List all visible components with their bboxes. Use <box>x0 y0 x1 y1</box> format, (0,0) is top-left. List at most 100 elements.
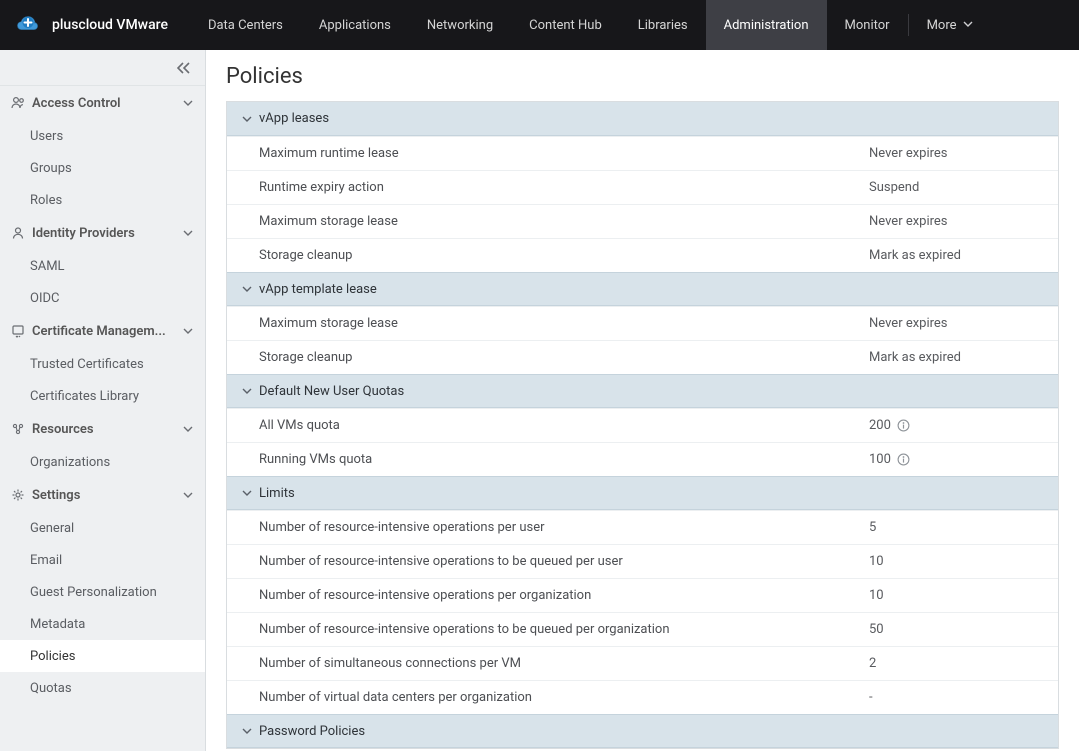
sidebar-group-label: Identity Providers <box>32 226 181 241</box>
logo-icon <box>14 11 42 39</box>
row-label: Number of resource-intensive operations … <box>259 622 869 637</box>
row-label: All VMs quota <box>259 418 869 433</box>
row-label: Maximum storage lease <box>259 214 869 229</box>
content: Policies vApp leases Maximum runtime lea… <box>206 50 1079 751</box>
chevron-down-icon <box>181 490 195 500</box>
sidebar-collapse-button[interactable] <box>0 50 205 86</box>
topnav: Data Centers Applications Networking Con… <box>190 0 991 50</box>
sidebar-group-label: Settings <box>32 488 181 503</box>
nav-applications[interactable]: Applications <box>301 0 409 50</box>
row-value: Suspend <box>869 180 919 195</box>
sidebar-group-settings[interactable]: Settings <box>0 478 205 512</box>
sidebar-item-label: Roles <box>30 193 62 208</box>
sidebar-item-label: Quotas <box>30 681 72 696</box>
sidebar: Access Control Users Groups Roles Identi… <box>0 50 206 751</box>
sidebar-item-label: Certificates Library <box>30 389 139 404</box>
sidebar-item-label: Email <box>30 553 62 568</box>
section-header-limits[interactable]: Limits <box>227 476 1058 510</box>
resources-icon <box>10 421 26 437</box>
topbar: pluscloud VMware Data Centers Applicatio… <box>0 0 1079 50</box>
section-header-password-policies[interactable]: Password Policies <box>227 714 1058 748</box>
nav-label: Libraries <box>638 18 688 33</box>
nav-label: Administration <box>724 18 809 33</box>
chevron-double-left-icon <box>177 62 191 74</box>
section-title: vApp leases <box>259 111 329 126</box>
row-all-vms-quota: All VMs quota 200 <box>227 408 1058 442</box>
nav-label: Applications <box>319 18 391 33</box>
chevron-down-icon <box>239 386 255 396</box>
sidebar-item-trusted-certificates[interactable]: Trusted Certificates <box>0 348 205 380</box>
section-password-policies: Password Policies <box>227 714 1058 748</box>
sidebar-item-groups[interactable]: Groups <box>0 152 205 184</box>
nav-more[interactable]: More <box>909 0 991 50</box>
nav-administration[interactable]: Administration <box>706 0 827 50</box>
sidebar-item-certificates-library[interactable]: Certificates Library <box>0 380 205 412</box>
sidebar-item-policies[interactable]: Policies <box>0 640 205 672</box>
sidebar-group-access-control[interactable]: Access Control <box>0 86 205 120</box>
row-label: Maximum storage lease <box>259 316 869 331</box>
row-value: 10 <box>869 554 884 569</box>
row-label: Storage cleanup <box>259 350 869 365</box>
row-max-storage-lease: Maximum storage lease Never expires <box>227 204 1058 238</box>
info-icon[interactable] <box>897 419 911 433</box>
row-template-storage-cleanup: Storage cleanup Mark as expired <box>227 340 1058 374</box>
row-value: Never expires <box>869 146 948 161</box>
nav-data-centers[interactable]: Data Centers <box>190 0 301 50</box>
info-icon[interactable] <box>897 453 911 467</box>
row-value: Mark as expired <box>869 248 961 263</box>
row-value: Mark as expired <box>869 350 961 365</box>
row-vdcs-per-org: Number of virtual data centers per organ… <box>227 680 1058 714</box>
sidebar-group-label: Certificate Managem... <box>32 324 181 339</box>
sidebar-group-label: Access Control <box>32 96 181 111</box>
sidebar-item-metadata[interactable]: Metadata <box>0 608 205 640</box>
row-connections-per-vm: Number of simultaneous connections per V… <box>227 646 1058 680</box>
sidebar-group-label: Resources <box>32 422 181 437</box>
identity-icon <box>10 225 26 241</box>
sidebar-item-email[interactable]: Email <box>0 544 205 576</box>
nav-monitor[interactable]: Monitor <box>827 0 908 50</box>
row-value: 2 <box>869 656 876 671</box>
sidebar-item-guest-personalization[interactable]: Guest Personalization <box>0 576 205 608</box>
row-label: Number of resource-intensive operations … <box>259 520 869 535</box>
section-header-vapp-template-lease[interactable]: vApp template lease <box>227 272 1058 306</box>
users-icon <box>10 95 26 111</box>
nav-content-hub[interactable]: Content Hub <box>511 0 620 50</box>
nav-libraries[interactable]: Libraries <box>620 0 706 50</box>
nav-label: More <box>927 18 957 33</box>
row-queued-per-user: Number of resource-intensive operations … <box>227 544 1058 578</box>
sidebar-item-quotas[interactable]: Quotas <box>0 672 205 704</box>
section-vapp-template-lease: vApp template lease Maximum storage leas… <box>227 272 1058 374</box>
sidebar-item-users[interactable]: Users <box>0 120 205 152</box>
sidebar-group-identity-providers[interactable]: Identity Providers <box>0 216 205 250</box>
nav-networking[interactable]: Networking <box>409 0 511 50</box>
page-title: Policies <box>226 64 1059 89</box>
row-label: Running VMs quota <box>259 452 869 467</box>
sidebar-item-organizations[interactable]: Organizations <box>0 446 205 478</box>
row-label: Storage cleanup <box>259 248 869 263</box>
section-default-quotas: Default New User Quotas All VMs quota 20… <box>227 374 1058 476</box>
sidebar-item-label: SAML <box>30 259 65 274</box>
row-label: Number of resource-intensive operations … <box>259 588 869 603</box>
sidebar-group-resources[interactable]: Resources <box>0 412 205 446</box>
row-runtime-expiry-action: Runtime expiry action Suspend <box>227 170 1058 204</box>
brand[interactable]: pluscloud VMware <box>0 0 184 50</box>
sidebar-item-general[interactable]: General <box>0 512 205 544</box>
sidebar-item-roles[interactable]: Roles <box>0 184 205 216</box>
row-max-runtime-lease: Maximum runtime lease Never expires <box>227 136 1058 170</box>
nav-label: Content Hub <box>529 18 602 33</box>
section-header-vapp-leases[interactable]: vApp leases <box>227 102 1058 136</box>
sidebar-item-oidc[interactable]: OIDC <box>0 282 205 314</box>
sidebar-group-certificate-management[interactable]: Certificate Managem... <box>0 314 205 348</box>
section-header-default-quotas[interactable]: Default New User Quotas <box>227 374 1058 408</box>
chevron-down-icon <box>239 726 255 736</box>
sidebar-item-label: Trusted Certificates <box>30 357 144 372</box>
sidebar-item-saml[interactable]: SAML <box>0 250 205 282</box>
sidebar-item-label: Groups <box>30 161 72 176</box>
section-title: Password Policies <box>259 724 365 739</box>
row-queued-per-org: Number of resource-intensive operations … <box>227 612 1058 646</box>
row-label: Number of virtual data centers per organ… <box>259 690 869 705</box>
sidebar-item-label: Guest Personalization <box>30 585 157 600</box>
brand-text: pluscloud VMware <box>52 17 168 33</box>
chevron-down-icon <box>181 228 195 238</box>
row-template-max-storage-lease: Maximum storage lease Never expires <box>227 306 1058 340</box>
